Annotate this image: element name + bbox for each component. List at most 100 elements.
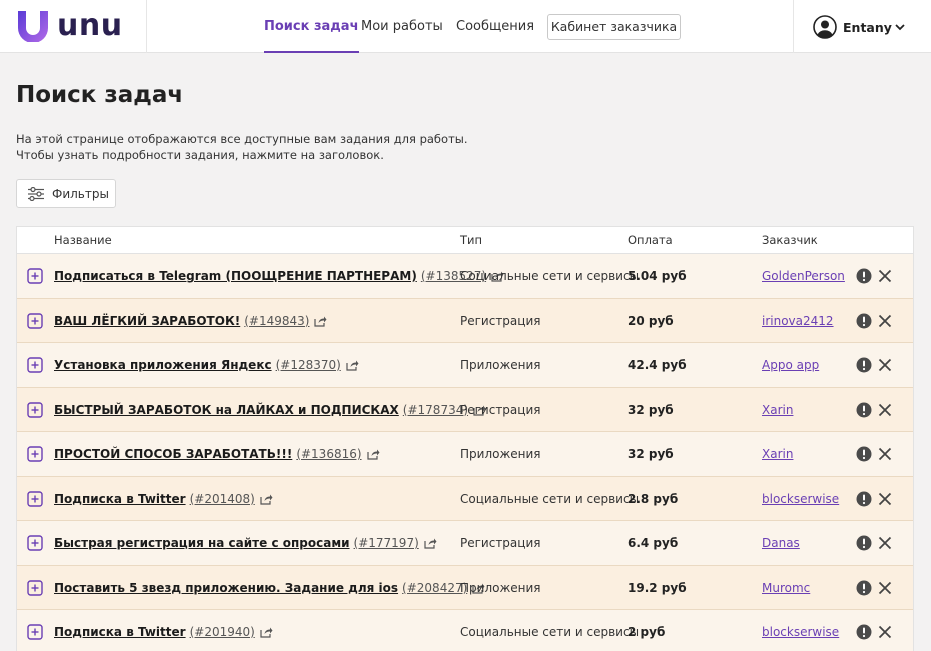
customer-link[interactable]: irinova2412 [762,299,834,343]
logo-text: unu [57,8,123,43]
alert-icon[interactable] [856,432,872,476]
task-id-link[interactable]: (#201940) [190,625,255,639]
column-header-type: Тип [460,233,483,247]
share-icon[interactable] [346,359,359,371]
nav-messages[interactable]: Сообщения [456,0,534,53]
close-icon[interactable] [878,566,892,610]
task-type: Социальные сети и сервисы [460,269,640,283]
close-icon[interactable] [878,521,892,565]
share-icon[interactable] [366,448,380,460]
close-icon[interactable] [878,254,892,298]
alert-icon[interactable] [856,477,872,521]
task-title-cell: Поставить 5 звезд приложению. Задание дл… [54,566,485,610]
task-title-link[interactable]: Быстрая регистрация на сайте с опросами [54,536,350,550]
task-pay: 32 руб [628,402,674,417]
divider [793,0,794,53]
task-title-link[interactable]: БЫСТРЫЙ ЗАРАБОТОК на ЛАЙКАХ и ПОДПИСКАХ [54,403,399,417]
close-icon[interactable] [878,388,892,432]
description-line: На этой странице отображаются все доступ… [16,132,468,146]
customer-cabinet-button[interactable]: Кабинет заказчика [547,14,681,40]
customer-link[interactable]: Xarin [762,388,793,432]
share-icon[interactable] [260,626,273,638]
alert-icon[interactable] [856,610,872,651]
nav-my-works[interactable]: Мои работы [361,0,443,53]
logo[interactable]: unu [17,10,123,42]
task-pay: 2.8 руб [628,491,679,506]
logo-mark-icon [18,11,48,42]
task-pay: 19.2 руб [628,580,687,595]
page-title: Поиск задач [16,82,184,108]
expand-plus-icon[interactable] [27,521,43,565]
task-id-link[interactable]: (#177197) [354,536,419,550]
task-id-link[interactable]: (#208427) [402,581,467,595]
table-row: Быстрая регистрация на сайте с опросами (… [17,521,913,566]
alert-icon[interactable] [856,566,872,610]
share-icon[interactable] [424,537,437,549]
close-icon[interactable] [878,299,892,343]
alert-icon[interactable] [856,521,872,565]
expand-plus-icon[interactable] [27,477,43,521]
filter-sliders-icon [28,186,44,201]
task-title-link[interactable]: ВАШ ЛЁГКИЙ ЗАРАБОТОК! [54,314,240,328]
customer-link[interactable]: GoldenPerson [762,254,845,298]
nav-active-underline [264,51,359,53]
close-icon[interactable] [878,610,892,651]
alert-icon[interactable] [856,299,872,343]
customer-link[interactable]: Xarin [762,432,793,476]
share-icon[interactable] [314,315,327,327]
share-icon[interactable] [260,493,273,505]
table-row: Подписка в Twitter (#201408) Социальные се… [17,476,913,521]
expand-plus-icon[interactable] [27,254,43,298]
task-title-link[interactable]: Подписаться в Telegram (ПООЩРЕНИЕ ПАРТНЕ… [54,269,417,283]
task-type: Регистрация [460,402,541,417]
task-pay: 2 руб [628,625,666,639]
customer-link[interactable]: Danas [762,521,800,565]
expand-plus-icon[interactable] [27,566,43,610]
table-row: Установка приложения Яндекс (#128370) Прил… [17,343,913,388]
customer-link[interactable]: blockserwise [762,477,839,521]
alert-icon[interactable] [856,254,872,298]
task-id-link[interactable]: (#149843) [244,314,309,328]
nav-messages-label: Сообщения [456,19,535,34]
tasks-table: Название Тип Оплата Заказчик Подписаться… [16,226,914,651]
column-header-pay: Оплата [628,233,673,247]
alert-icon[interactable] [856,343,872,387]
task-title-link[interactable]: Поставить 5 звезд приложению. Задание дл… [54,581,398,595]
filters-button[interactable]: Фильтры [16,179,116,208]
customer-link[interactable]: blockserwise [762,610,839,651]
task-pay: 6.4 руб [628,536,679,550]
table-row: БЫСТРЫЙ ЗАРАБОТОК на ЛАЙКАХ и ПОДПИСКАХ (… [17,387,913,432]
task-id-link[interactable]: (#136816) [296,447,361,461]
close-icon[interactable] [878,343,892,387]
task-type: Приложения [460,358,541,372]
expand-plus-icon[interactable] [27,610,43,651]
expand-plus-icon[interactable] [27,299,43,343]
page-description: На этой странице отображаются все доступ… [16,131,468,163]
close-icon[interactable] [878,477,892,521]
task-id-link[interactable]: (#201408) [190,492,255,506]
close-icon[interactable] [878,432,892,476]
task-id-link[interactable]: (#128370) [276,358,341,372]
user-menu[interactable]: Entany [813,14,905,40]
customer-link[interactable]: Appo app [762,343,819,387]
task-type: Регистрация [460,313,541,328]
customer-link[interactable]: Muromc [762,566,810,610]
task-title-link[interactable]: Подписка в Twitter [54,492,186,506]
task-title-link[interactable]: Подписка в Twitter [54,625,186,639]
task-title-link[interactable]: Установка приложения Яндекс [54,358,272,372]
nav-search-tasks-label: Поиск задач [264,19,359,34]
expand-plus-icon[interactable] [27,388,43,432]
task-id-link[interactable]: (#178734) [403,403,468,417]
nav-search-tasks[interactable]: Поиск задач [264,0,359,53]
expand-plus-icon[interactable] [27,343,43,387]
divider [146,0,147,53]
chevron-down-icon [895,23,905,31]
task-title-cell: БЫСТРЫЙ ЗАРАБОТОК на ЛАЙКАХ и ПОДПИСКАХ (… [54,388,486,432]
user-avatar-icon [813,15,837,39]
task-type: Регистрация [460,536,541,550]
expand-plus-icon[interactable] [27,432,43,476]
task-title-link[interactable]: ПРОСТОЙ СПОСОБ ЗАРАБОТАТЬ!!! [54,447,292,461]
filters-label: Фильтры [52,186,109,201]
task-title-cell: ВАШ ЛЁГКИЙ ЗАРАБОТОК! (#149843) [54,299,327,343]
alert-icon[interactable] [856,388,872,432]
